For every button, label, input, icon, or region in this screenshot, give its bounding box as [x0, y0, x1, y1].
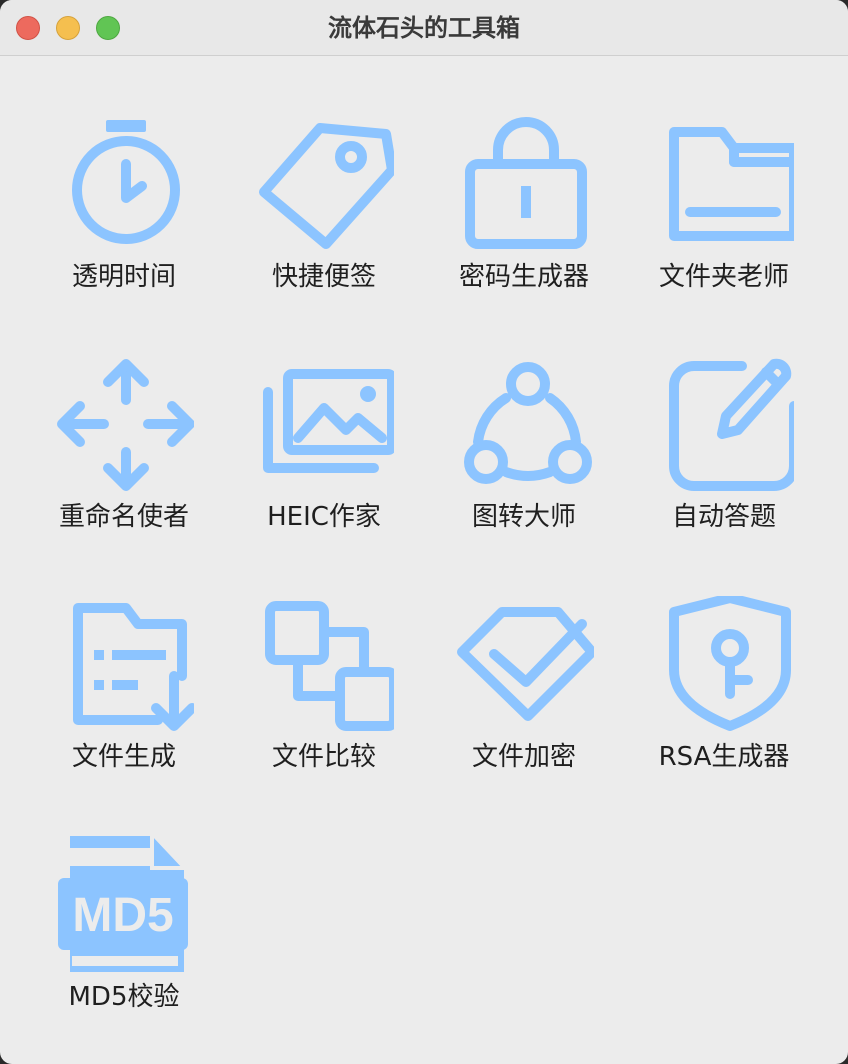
tool-label: RSA生成器 [658, 742, 790, 772]
tool-heic-writer[interactable]: HEIC作家 [224, 356, 424, 556]
compare-squares-icon [265, 601, 394, 731]
tool-auto-answer[interactable]: 自动答题 [624, 356, 824, 556]
tool-md5-check[interactable]: MD5 MD5校验 [24, 836, 224, 1036]
edit-square-icon [669, 358, 794, 491]
tool-quick-note[interactable]: 快捷便签 [224, 116, 424, 316]
shield-check-icon [457, 607, 594, 721]
md5-file-icon: MD5 [58, 836, 188, 972]
tool-label: 密码生成器 [458, 262, 589, 292]
tool-label: 快捷便签 [271, 262, 376, 292]
tool-image-convert-master[interactable]: 图转大师 [424, 356, 624, 556]
tool-file-generate[interactable]: 文件生成 [24, 596, 224, 796]
md5-badge-text: MD5 [72, 889, 173, 942]
folder-icon [669, 127, 794, 241]
tag-icon [259, 123, 394, 249]
tool-password-generator[interactable]: 密码生成器 [424, 116, 624, 316]
tool-transparent-time[interactable]: 透明时间 [24, 116, 224, 316]
move-arrows-icon [57, 359, 194, 491]
tool-label: 自动答题 [671, 502, 776, 532]
app-window: 流体石头的工具箱 透明时间 快捷便签 密码生成器 文件夹老师 重命名使者 HEI… [0, 0, 848, 1064]
tool-file-encrypt[interactable]: 文件加密 [424, 596, 624, 796]
lock-icon [465, 117, 587, 249]
tool-rsa-generator[interactable]: RSA生成器 [624, 596, 824, 796]
tool-label: 重命名使者 [58, 502, 189, 532]
window-title: 流体石头的工具箱 [328, 14, 520, 42]
tool-rename-messenger[interactable]: 重命名使者 [24, 356, 224, 556]
tool-folder-teacher[interactable]: 文件夹老师 [624, 116, 824, 316]
tool-label: MD5校验 [68, 982, 180, 1012]
file-list-download-icon [73, 603, 194, 731]
share-nodes-icon [464, 362, 592, 484]
tool-label: 透明时间 [71, 262, 176, 292]
tool-label: 文件比较 [271, 742, 376, 772]
tool-file-compare[interactable]: 文件比较 [224, 596, 424, 796]
tool-label: 文件加密 [471, 742, 576, 772]
title-bar: 流体石头的工具箱 [0, 0, 848, 56]
key-shield-icon [669, 596, 791, 731]
tool-label: 图转大师 [471, 502, 576, 532]
photo-stack-icon [263, 369, 394, 473]
stopwatch-icon [72, 120, 180, 244]
tool-label: HEIC作家 [267, 502, 381, 532]
tool-label: 文件生成 [71, 742, 176, 772]
tool-label: 文件夹老师 [658, 262, 789, 292]
